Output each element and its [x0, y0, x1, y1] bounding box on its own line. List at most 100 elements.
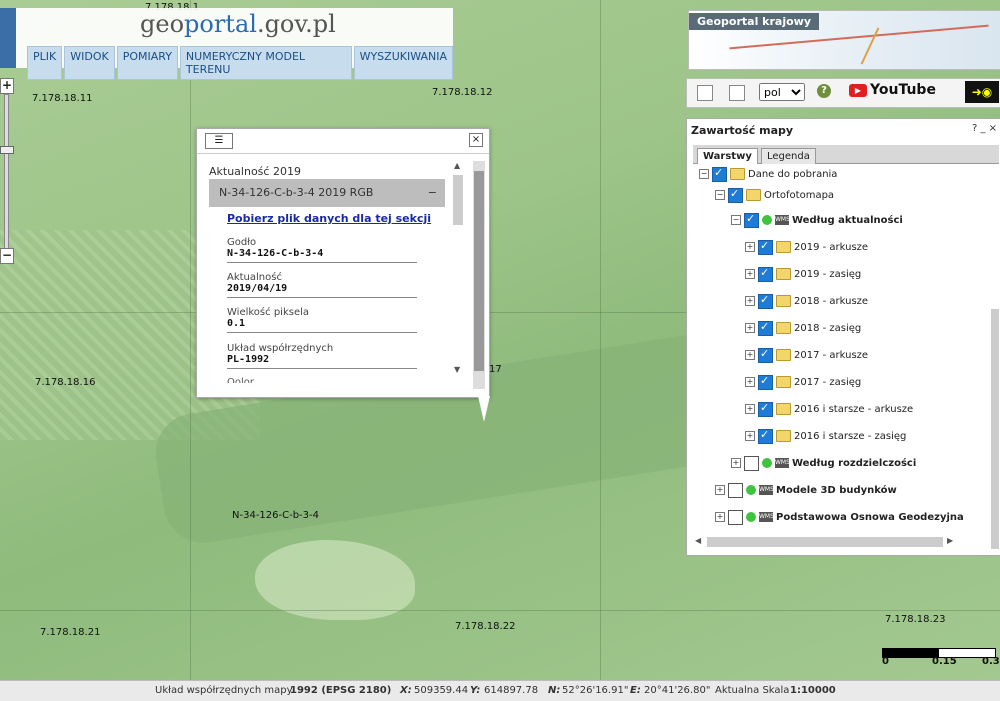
menu-item-wyszukiwania[interactable]: WYSZUKIWANIA	[353, 46, 453, 80]
tree-node[interactable]: + 2017 - zasięg	[745, 373, 861, 391]
n-value: 52°26'16.91"	[562, 685, 629, 696]
map-sheet-label: 7.178.18.22	[455, 621, 516, 632]
collapse-icon[interactable]: −	[715, 190, 725, 200]
wms-icon: WMS	[759, 485, 774, 495]
expand-icon[interactable]: +	[745, 404, 755, 414]
layer-label: Ortofotomapa	[764, 189, 835, 201]
panel-horizontal-scrollbar[interactable]	[707, 537, 943, 547]
tree-node[interactable]: + 2017 - arkusze	[745, 346, 868, 364]
zoom-slider-track[interactable]	[4, 94, 9, 252]
layer-checkbox[interactable]	[728, 187, 743, 203]
print-icon[interactable]	[729, 85, 745, 101]
layer-checkbox[interactable]	[728, 482, 743, 498]
layer-checkbox[interactable]	[758, 293, 773, 309]
feature-info-popup: ☰ × Aktualność 2019 N-34-126-C-b-3-4 201…	[196, 128, 490, 398]
language-select[interactable]: pol	[759, 83, 805, 101]
tree-node[interactable]: + 2019 - arkusze	[745, 238, 868, 256]
zoom-slider-handle[interactable]	[0, 146, 14, 154]
help-icon[interactable]: ?	[817, 84, 831, 98]
download-link[interactable]: Pobierz plik danych dla tej sekcji	[227, 212, 431, 225]
tree-node[interactable]: + WMS Podstawowa Osnowa Geodezyjna	[715, 508, 964, 526]
field-value: PL-1992	[227, 354, 270, 365]
layer-label: Modele 3D budynków	[776, 484, 897, 496]
expand-icon[interactable]: +	[745, 296, 755, 306]
layer-label: 2016 i starsze - zasięg	[794, 430, 907, 442]
tree-node[interactable]: + 2016 i starsze - zasięg	[745, 427, 906, 445]
layer-label: Według rozdzielczości	[792, 457, 917, 469]
collapse-icon[interactable]: −	[428, 179, 437, 207]
expand-icon[interactable]: +	[745, 431, 755, 441]
popup-outer-scrollbar[interactable]	[473, 161, 485, 389]
tab-warstwy[interactable]: Warstwy	[697, 148, 758, 164]
expand-icon[interactable]: +	[745, 350, 755, 360]
status-dot-icon	[746, 485, 756, 495]
folder-icon	[746, 189, 761, 201]
tree-node[interactable]: − Dane do pobrania	[699, 165, 837, 183]
tab-legenda[interactable]: Legenda	[761, 148, 816, 164]
layer-tree: − Dane do pobrania − Ortofotomapa − WMS …	[687, 165, 987, 535]
expand-icon[interactable]: +	[745, 242, 755, 252]
expand-icon[interactable]: +	[715, 512, 725, 522]
scroll-left-icon[interactable]: ◀	[695, 536, 701, 545]
panel-vertical-scrollbar[interactable]	[991, 309, 999, 549]
tree-node[interactable]: − WMS Według aktualności	[731, 211, 903, 229]
scroll-up-icon[interactable]: ▲	[454, 161, 460, 170]
expand-icon[interactable]: +	[715, 485, 725, 495]
close-icon[interactable]: ×	[469, 133, 483, 147]
collapse-icon[interactable]: −	[699, 169, 709, 179]
field-value: N-34-126-C-b-3-4	[227, 248, 324, 259]
menu-item-nmt[interactable]: NUMERYCZNY MODEL TERENU	[179, 46, 352, 80]
popup-section-header[interactable]: N-34-126-C-b-3-4 2019 RGB −	[209, 179, 445, 207]
popup-inner-scrollbar[interactable]: ▲ ▼	[451, 161, 465, 381]
tree-node[interactable]: + 2018 - arkusze	[745, 292, 868, 310]
eye-icon[interactable]: ➜◉	[965, 81, 999, 103]
popup-header: ☰ ×	[197, 129, 489, 154]
layer-checkbox[interactable]	[728, 509, 743, 525]
collapse-icon[interactable]: −	[731, 215, 741, 225]
expand-icon[interactable]: +	[731, 458, 741, 468]
overview-map[interactable]: Geoportal krajowy	[688, 10, 1000, 70]
youtube-link[interactable]: ▶ YouTube	[849, 82, 936, 98]
status-dot-icon	[746, 512, 756, 522]
scroll-thumb[interactable]	[453, 175, 463, 225]
layer-checkbox[interactable]	[744, 455, 759, 471]
tree-node[interactable]: − Ortofotomapa	[715, 186, 834, 204]
tree-node[interactable]: + 2018 - zasięg	[745, 319, 861, 337]
expand-icon[interactable]: +	[745, 269, 755, 279]
popup-pointer	[478, 396, 490, 422]
scroll-thumb[interactable]	[474, 171, 484, 371]
layer-checkbox[interactable]	[758, 401, 773, 417]
scale-text-value: 1:10000	[790, 685, 836, 696]
expand-icon[interactable]: +	[745, 377, 755, 387]
scroll-right-icon[interactable]: ▶	[947, 536, 953, 545]
tree-node[interactable]: + 2019 - zasięg	[745, 265, 861, 283]
menu-item-plik[interactable]: PLIK	[27, 46, 63, 80]
layer-checkbox[interactable]	[758, 239, 773, 255]
scroll-down-icon[interactable]: ▼	[454, 365, 460, 374]
field-value: 2019/04/19	[227, 283, 288, 294]
menu-item-pomiary[interactable]: POMIARY	[116, 46, 178, 80]
site-logo[interactable]: geoportal.gov.pl	[140, 10, 336, 38]
layer-checkbox[interactable]	[758, 428, 773, 444]
expand-icon[interactable]: +	[745, 323, 755, 333]
layer-checkbox[interactable]	[758, 320, 773, 336]
layer-checkbox[interactable]	[758, 374, 773, 390]
panel-window-buttons[interactable]: ? _ ×	[972, 123, 997, 134]
map-sheet-label: N-34-126-C-b-3-4	[232, 510, 319, 521]
map-contents-panel: Zawartość mapy ? _ × Warstwy Legenda − D…	[686, 118, 1000, 556]
layer-checkbox[interactable]	[758, 266, 773, 282]
layer-checkbox[interactable]	[744, 212, 759, 228]
tree-node[interactable]: + WMS Według rozdzielczości	[731, 454, 916, 472]
tree-node[interactable]: + WMS Modele 3D budynków	[715, 481, 897, 499]
list-icon[interactable]: ☰	[205, 133, 233, 149]
status-bar: Układ współrzędnych mapy 1992 (EPSG 2180…	[0, 680, 1000, 701]
tree-node[interactable]: + 2016 i starsze - arkusze	[745, 400, 913, 418]
menu-item-widok[interactable]: WIDOK	[64, 46, 115, 80]
zoom-in-button[interactable]: +	[0, 78, 14, 94]
layer-checkbox[interactable]	[758, 347, 773, 363]
calculator-icon[interactable]	[697, 85, 713, 101]
zoom-out-button[interactable]: −	[0, 248, 14, 264]
header-bar: geoportal.gov.pl PLIK WIDOK POMIARY NUME…	[0, 8, 453, 80]
folder-icon	[776, 403, 791, 415]
layer-checkbox[interactable]	[712, 166, 727, 182]
